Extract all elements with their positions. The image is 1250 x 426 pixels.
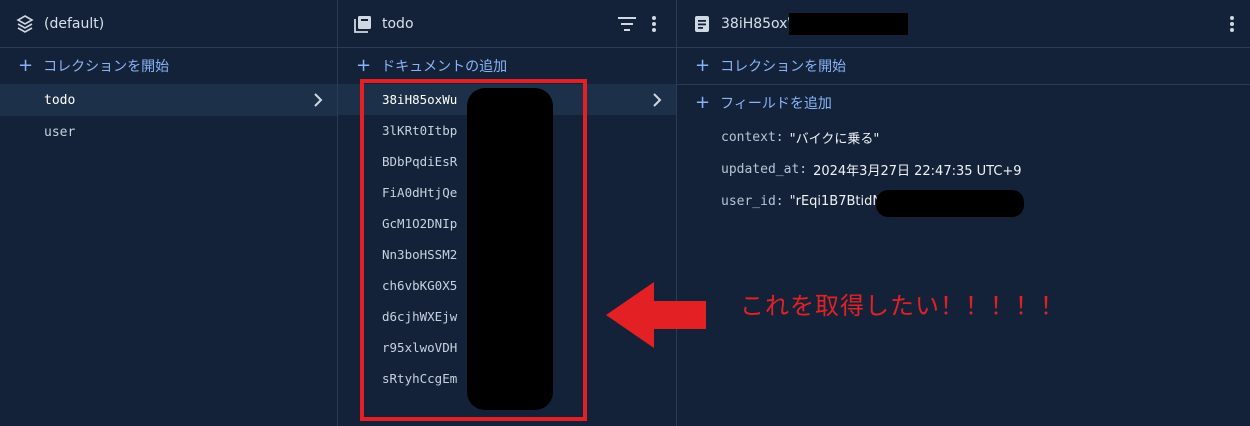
field-value: "rEqi1B7BtidN xyxy=(789,193,883,209)
collection-item-label: user xyxy=(44,124,76,140)
database-icon xyxy=(16,14,34,33)
plus-icon: + xyxy=(18,55,34,76)
collection-item-user[interactable]: user xyxy=(0,116,337,148)
add-field-button[interactable]: + フィールドを追加 xyxy=(677,85,1250,121)
field-key: user_id: xyxy=(721,193,784,209)
chevron-right-icon xyxy=(314,93,323,107)
start-collection-label: コレクションを開始 xyxy=(43,59,170,75)
collection-icon xyxy=(354,15,372,33)
add-field-label: フィールドを追加 xyxy=(720,96,832,112)
document-panel-header: 38iH85oxW xyxy=(677,0,1250,48)
plus-icon: + xyxy=(695,55,711,76)
field-value: 2024年3月27日 22:47:35 UTC+9 xyxy=(813,163,1022,179)
chevron-right-icon xyxy=(653,93,662,107)
add-document-label: ドキュメントの追加 xyxy=(381,59,508,75)
document-icon xyxy=(693,15,711,33)
more-vert-icon[interactable] xyxy=(1230,16,1234,32)
redaction-block xyxy=(876,190,1024,217)
field-value: "バイクに乗る" xyxy=(789,131,880,147)
plus-icon: + xyxy=(356,55,372,76)
field-row-context[interactable]: context: "バイクに乗る" xyxy=(677,121,1250,153)
collection-panel-title: todo xyxy=(382,15,414,32)
collection-item-todo[interactable]: todo xyxy=(0,84,337,116)
filter-icon[interactable] xyxy=(618,17,636,31)
redaction-block xyxy=(789,13,908,35)
more-vert-icon[interactable] xyxy=(652,16,656,32)
root-panel-header: (default) xyxy=(0,0,337,48)
root-panel: (default) + コレクションを開始 todo user xyxy=(0,0,338,426)
start-collection-label: コレクションを開始 xyxy=(720,59,847,75)
field-row-updated-at[interactable]: updated_at: 2024年3月27日 22:47:35 UTC+9 xyxy=(677,153,1250,185)
root-panel-title: (default) xyxy=(44,15,105,32)
annotation-arrow-icon xyxy=(606,282,706,348)
plus-icon: + xyxy=(695,92,711,113)
start-collection-button[interactable]: + コレクションを開始 xyxy=(0,48,337,84)
annotation-text: これを取得したい！！！！！ xyxy=(740,292,1065,320)
field-key: updated_at: xyxy=(721,161,808,177)
field-key: context: xyxy=(721,129,784,145)
annotation-highlight-box xyxy=(360,79,587,421)
collection-item-label: todo xyxy=(44,92,76,108)
collection-panel-header: todo xyxy=(338,0,676,48)
start-collection-button[interactable]: + コレクションを開始 xyxy=(677,48,1250,84)
